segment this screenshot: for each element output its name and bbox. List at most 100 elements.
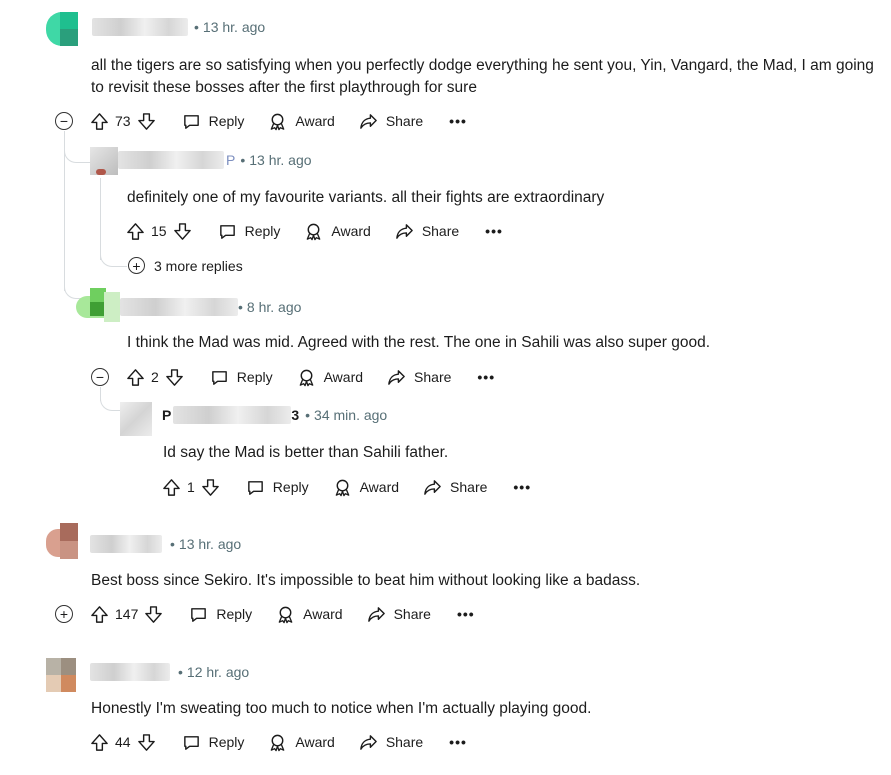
share-button[interactable]: Share	[395, 222, 459, 241]
downvote-icon[interactable]	[137, 112, 156, 131]
timestamp[interactable]: 34 min. ago	[314, 407, 387, 423]
upvote-icon[interactable]	[90, 733, 109, 752]
award-icon	[276, 605, 295, 624]
more-options-button[interactable]: •••	[477, 369, 495, 385]
more-replies-link[interactable]: + 3 more replies	[128, 257, 243, 274]
upvote-icon[interactable]	[90, 605, 109, 624]
downvote-icon[interactable]	[165, 368, 184, 387]
share-button[interactable]: Share	[367, 605, 431, 624]
avatar[interactable]	[46, 523, 78, 559]
award-label: Award	[295, 113, 335, 129]
share-button[interactable]: Share	[359, 733, 423, 752]
username[interactable]	[90, 535, 162, 553]
more-options-button[interactable]: •••	[513, 479, 531, 495]
username[interactable]	[92, 18, 188, 36]
reply-button[interactable]: Reply	[246, 478, 309, 497]
reply-button[interactable]: Reply	[182, 112, 245, 131]
vote-control: 2	[126, 368, 184, 387]
avatar[interactable]	[46, 658, 76, 692]
expand-thread-button[interactable]: +	[55, 605, 73, 623]
award-label: Award	[295, 734, 335, 750]
username[interactable]	[120, 298, 238, 316]
username[interactable]	[173, 406, 292, 424]
avatar[interactable]	[120, 402, 152, 436]
award-label: Award	[331, 223, 371, 239]
share-button[interactable]: Share	[387, 368, 451, 387]
collapse-thread-button[interactable]: −	[91, 368, 109, 386]
avatar[interactable]	[46, 12, 78, 46]
thread-connector	[100, 248, 127, 267]
reply-label: Reply	[216, 606, 253, 622]
reply-label: Reply	[272, 479, 309, 495]
vote-count: 147	[115, 606, 139, 622]
share-button[interactable]: Share	[423, 478, 487, 497]
downvote-icon[interactable]	[137, 733, 156, 752]
more-options-button[interactable]: •••	[449, 734, 467, 750]
reply-button[interactable]: Reply	[182, 733, 244, 752]
reply-button[interactable]: Reply	[189, 605, 252, 624]
award-button[interactable]: Award	[268, 733, 335, 752]
reply-label: Reply	[208, 113, 245, 129]
comment-actions: 1 Reply Award Share •••	[162, 475, 531, 499]
upvote-icon[interactable]	[162, 478, 181, 497]
timestamp[interactable]: 12 hr. ago	[187, 664, 249, 680]
award-button[interactable]: Award	[276, 605, 343, 624]
timestamp[interactable]: 13 hr. ago	[203, 19, 265, 35]
vote-control: 15	[126, 222, 192, 241]
comment-actions: 44 Reply Award Share •••	[90, 730, 467, 754]
award-icon	[297, 368, 316, 387]
username[interactable]	[90, 663, 170, 681]
comment-body: I think the Mad was mid. Agreed with the…	[127, 334, 711, 351]
reply-icon	[182, 733, 201, 752]
comment-meta: • 13 hr. ago	[90, 535, 241, 553]
reply-button[interactable]: Reply	[210, 368, 273, 387]
downvote-icon[interactable]	[173, 222, 192, 241]
share-button[interactable]: Share	[359, 112, 423, 131]
comment-meta: • 8 hr. ago	[120, 298, 301, 316]
meta-dot: •	[240, 152, 246, 168]
share-label: Share	[421, 223, 460, 239]
award-button[interactable]: Award	[268, 112, 335, 131]
minus-icon: −	[95, 369, 105, 385]
reply-icon	[189, 605, 208, 624]
comment-actions: 73 Reply Award Share •••	[90, 109, 467, 133]
more-options-button[interactable]: •••	[457, 606, 475, 622]
upvote-icon[interactable]	[126, 222, 145, 241]
comment-body: Honestly I'm sweating too much to notice…	[91, 700, 592, 717]
award-button[interactable]: Award	[333, 478, 399, 497]
meta-dot: •	[305, 407, 311, 423]
comment-actions: 2 Reply Award Share •••	[126, 365, 495, 389]
reply-label: Reply	[244, 223, 281, 239]
vote-count: 1	[187, 479, 195, 495]
collapse-thread-button[interactable]: −	[55, 112, 73, 130]
comment-actions: 15 Reply Award Share •••	[126, 219, 503, 243]
downvote-icon[interactable]	[144, 605, 163, 624]
reply-icon	[246, 478, 265, 497]
vote-count: 2	[151, 369, 159, 385]
more-options-button[interactable]: •••	[485, 223, 503, 239]
avatar[interactable]	[90, 147, 118, 175]
upvote-icon[interactable]	[90, 112, 109, 131]
downvote-icon[interactable]	[201, 478, 220, 497]
award-button[interactable]: Award	[304, 222, 371, 241]
thread-connector	[100, 396, 121, 411]
username[interactable]	[118, 151, 224, 169]
vote-count: 15	[151, 223, 167, 239]
timestamp[interactable]: 8 hr. ago	[247, 299, 302, 315]
share-icon	[423, 478, 442, 497]
timestamp[interactable]: 13 hr. ago	[179, 536, 241, 552]
reply-button[interactable]: Reply	[218, 222, 281, 241]
avatar[interactable]	[76, 288, 120, 328]
reply-icon	[218, 222, 237, 241]
vote-count: 44	[115, 734, 131, 750]
comment-meta: • 12 hr. ago	[90, 663, 249, 681]
meta-dot: •	[170, 536, 175, 552]
upvote-icon[interactable]	[126, 368, 145, 387]
minus-icon: −	[59, 113, 69, 129]
award-icon	[333, 478, 352, 497]
more-options-button[interactable]: •••	[449, 113, 467, 129]
share-icon	[367, 605, 386, 624]
timestamp[interactable]: 13 hr. ago	[249, 152, 311, 168]
reply-icon	[182, 112, 201, 131]
award-button[interactable]: Award	[297, 368, 363, 387]
